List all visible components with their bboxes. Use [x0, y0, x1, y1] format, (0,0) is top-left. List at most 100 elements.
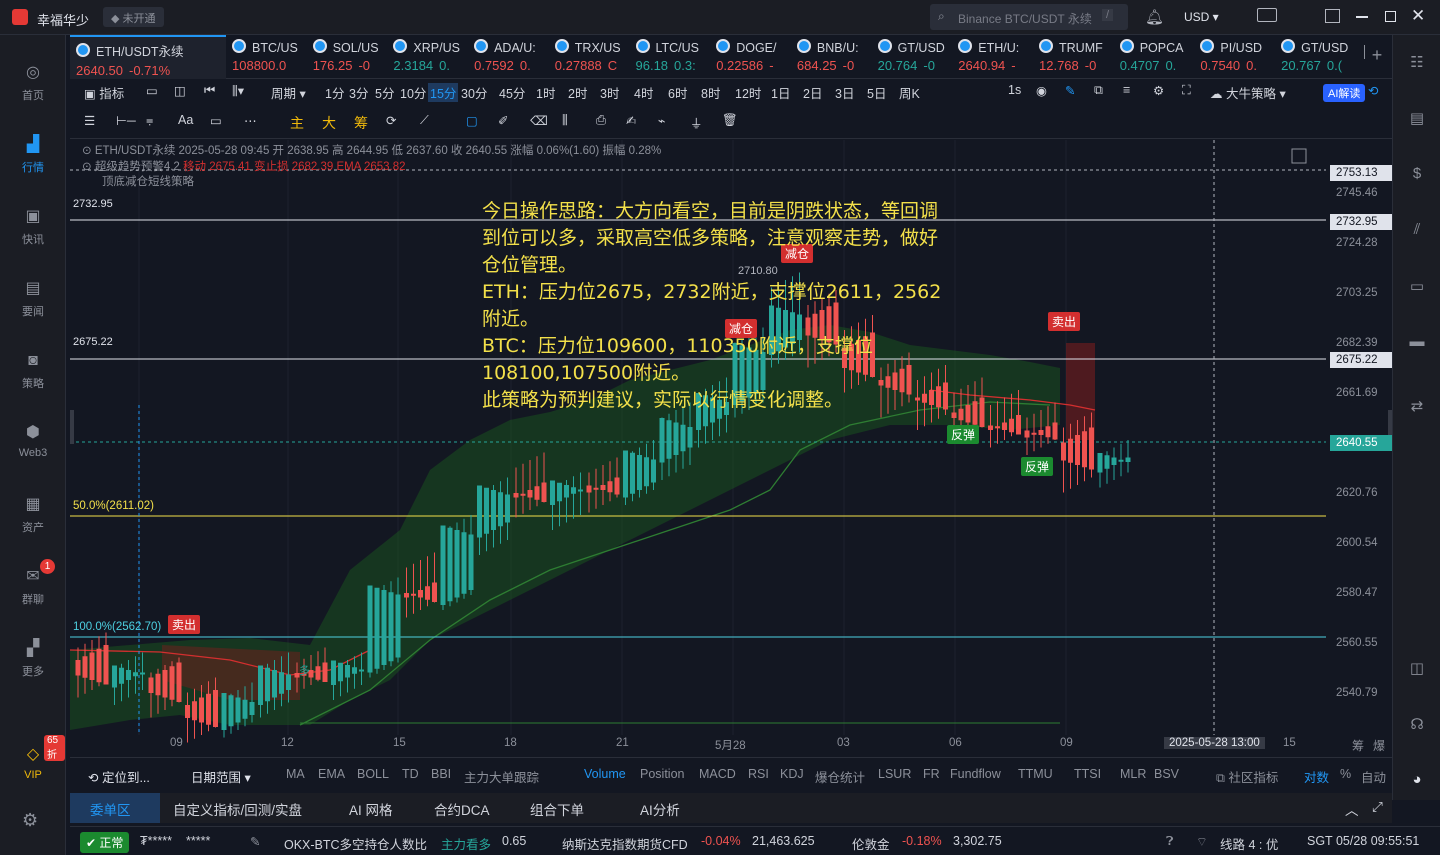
multi-layout-icon[interactable]: ◫	[174, 83, 186, 98]
nav-assets[interactable]: ▦ 资产	[0, 495, 66, 535]
nav-more[interactable]: ▞ 更多	[0, 639, 66, 679]
interval-option[interactable]: 5分	[375, 83, 394, 102]
watchlist-icon[interactable]: ☷	[1407, 53, 1427, 73]
ticker-tab[interactable]: SOL/US 176.25 -0	[307, 35, 387, 79]
headset-icon[interactable]: ☊	[1407, 715, 1427, 735]
gear-icon[interactable]: ⚙	[1153, 83, 1164, 98]
fan-icon[interactable]: ⟋	[420, 113, 429, 128]
ticker-tab[interactable]: POPCA 0.4707 0.	[1114, 35, 1194, 79]
nav-chat[interactable]: ✉ 群聊 1	[0, 559, 66, 607]
ticker-tab[interactable]: TRUMF 12.768 -0	[1033, 35, 1113, 79]
card-icon[interactable]: ▬	[1407, 333, 1427, 353]
indicator-option[interactable]: EMA	[318, 767, 345, 781]
ticker-tab[interactable]: BNB/U: 684.25 -0	[791, 35, 871, 79]
add-icon[interactable]: +	[1367, 45, 1387, 65]
filter-icon[interactable]: ⏚	[690, 113, 703, 132]
layout-icon[interactable]	[1325, 9, 1340, 23]
nav-market[interactable]: ▟ 行情	[0, 135, 66, 175]
community-indicator-button[interactable]: ⧉ 社区指标	[1216, 767, 1278, 786]
indicator-option[interactable]: RSI	[748, 767, 769, 781]
ticker-tab[interactable]: ADA/U: 0.7592 0.	[468, 35, 548, 79]
date-range-select[interactable]: 日期范围 ▾	[191, 767, 251, 786]
text-tool-icon[interactable]: Aa	[178, 113, 193, 127]
vip-status-badge[interactable]: ◆ 未开通	[103, 7, 164, 27]
nav-web3[interactable]: ⬢ Web3	[0, 423, 66, 459]
search-input[interactable]: ⌕ Binance BTC/USDT 永续 /	[930, 4, 1128, 30]
ticker-tab-active[interactable]: ETH/USDT永续 2640.50 -0.71%	[70, 35, 226, 79]
ticker-tab[interactable]: TRX/US 0.27888 C	[549, 35, 629, 79]
mail-icon[interactable]	[1257, 8, 1277, 22]
indicator-option[interactable]: LSUR	[878, 767, 911, 781]
auto-scale-toggle[interactable]: 自动	[1361, 767, 1386, 786]
horizontal-line-icon[interactable]: ⊢─	[116, 113, 136, 128]
indicator-option[interactable]: TTMU	[1018, 767, 1053, 781]
indicator-option[interactable]: KDJ	[780, 767, 804, 781]
menu-icon[interactable]: ☰	[84, 113, 95, 128]
user-name[interactable]: 幸福华少	[37, 10, 89, 29]
collapse-icon[interactable]: ︿	[1345, 799, 1359, 819]
fullscreen-icon[interactable]: ⛶	[1182, 83, 1191, 98]
interval-option[interactable]: 6时	[668, 83, 687, 102]
interval-option[interactable]: 周K	[899, 83, 920, 102]
interval-option[interactable]: 5日	[867, 83, 886, 102]
nav-vip[interactable]: ◇ VIP	[0, 745, 66, 781]
interval-option[interactable]: 3分	[349, 83, 368, 102]
indicator-option[interactable]: TD	[402, 767, 419, 781]
ticker-tab[interactable]: ETH/U: 2640.94-	[952, 35, 1032, 79]
time-axis[interactable]: 09 12 15 18 21 5月28 03 06 09 2025-05-28 13:00 15	[70, 735, 1330, 757]
indicator-option[interactable]: MA	[286, 767, 305, 781]
chip-dist-chip[interactable]: 筹	[354, 113, 368, 133]
calendar-icon[interactable]: ▭	[146, 83, 158, 98]
chart-type-icon[interactable]: ⫼▾	[232, 83, 244, 99]
camera-icon[interactable]: ◉	[1036, 83, 1047, 98]
indicator-option[interactable]: 爆仓统计	[815, 767, 865, 786]
tab-orders[interactable]: 委单区	[90, 799, 131, 819]
interval-option[interactable]: 4时	[634, 83, 653, 102]
indicator-option[interactable]: 主力大单跟踪	[464, 767, 539, 786]
indicator-button[interactable]: ▣ 指标	[84, 83, 124, 102]
interval-option[interactable]: 12时	[735, 83, 761, 102]
pen-icon[interactable]: ✎	[1065, 83, 1075, 98]
monitor-icon[interactable]: ▭	[1407, 277, 1427, 297]
replay-icon[interactable]: ⏮	[204, 83, 215, 98]
axis-chip-tool[interactable]: 筹	[1352, 737, 1364, 754]
log-scale-toggle[interactable]: 对数	[1304, 767, 1329, 786]
multi-line-icon[interactable]: ⩦	[146, 113, 153, 128]
indicator-option[interactable]: MLR	[1120, 767, 1146, 781]
ticker-tab[interactable]: XRP/US 2.3184 0.	[387, 35, 467, 79]
help-icon[interactable]: ❓︎	[1166, 834, 1174, 849]
transfer-icon[interactable]: ⇄	[1407, 397, 1427, 417]
dollar-icon[interactable]: $	[1407, 165, 1427, 185]
strategy-select[interactable]: ☁ 大牛策略 ▾	[1210, 83, 1286, 102]
assistant-icon[interactable]: ◕	[1407, 771, 1427, 791]
interval-option[interactable]: 2时	[568, 83, 587, 102]
interval-option[interactable]: 8时	[701, 83, 720, 102]
signal-icon[interactable]: ⫽	[1407, 221, 1427, 241]
list-icon[interactable]: ≡	[1123, 83, 1130, 97]
currency-select[interactable]: USD ▾	[1184, 10, 1219, 24]
ticker-tab[interactable]: DOGE/0.22586-	[710, 35, 790, 79]
expand-icon[interactable]: ⤢	[1372, 799, 1383, 815]
select-icon[interactable]: ▢	[466, 113, 478, 128]
indicator-option[interactable]: BBI	[431, 767, 451, 781]
tab-ai-analysis[interactable]: AI分析	[640, 799, 680, 819]
settings-icon[interactable]: ⚙	[22, 810, 38, 831]
indicator-option[interactable]: Fundflow	[950, 767, 1001, 781]
share-icon[interactable]: ⟲	[1368, 83, 1378, 98]
tab-custom-indicator[interactable]: 自定义指标/回测/实盘	[173, 799, 302, 819]
nav-home[interactable]: ◎ 首页	[0, 63, 66, 103]
indicator-option[interactable]: BSV	[1154, 767, 1179, 781]
indicator-option[interactable]: Volume	[584, 767, 626, 781]
edit-icon[interactable]: ✍	[626, 113, 636, 128]
interval-option[interactable]: 1分	[325, 83, 344, 102]
interval-option[interactable]: 3日	[835, 83, 854, 102]
interval-option[interactable]: 3时	[600, 83, 619, 102]
ticker-tab[interactable]: PI/USD 0.7540 0.	[1194, 35, 1274, 79]
popout-icon[interactable]: ⧉	[1094, 83, 1103, 98]
tab-contract-dca[interactable]: 合约DCA	[434, 799, 490, 819]
indicator-option[interactable]: FR	[923, 767, 940, 781]
percent-scale-toggle[interactable]: %	[1340, 767, 1351, 781]
locate-button[interactable]: ⟲ 定位到...	[88, 767, 150, 786]
network-line[interactable]: 线路 4 : 优	[1220, 834, 1278, 853]
bars-icon[interactable]: ⫼	[562, 113, 568, 128]
